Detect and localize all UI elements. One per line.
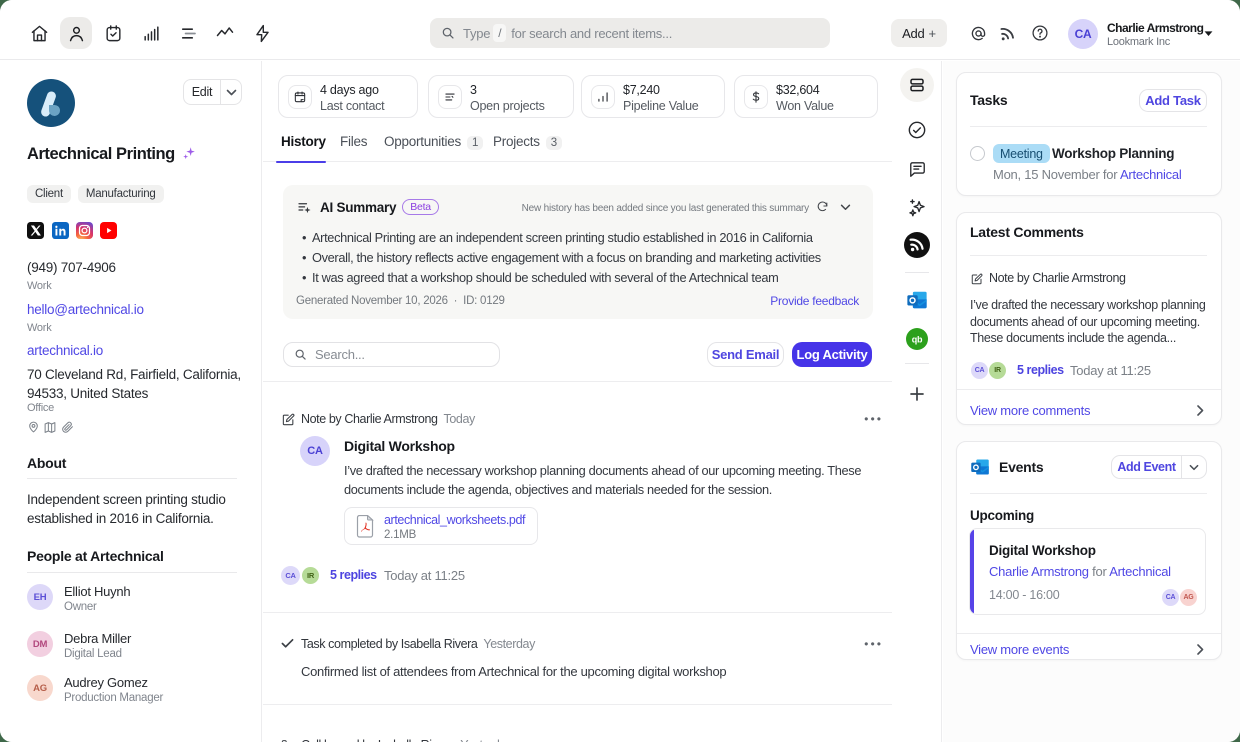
svg-text:qb: qb xyxy=(912,335,923,345)
